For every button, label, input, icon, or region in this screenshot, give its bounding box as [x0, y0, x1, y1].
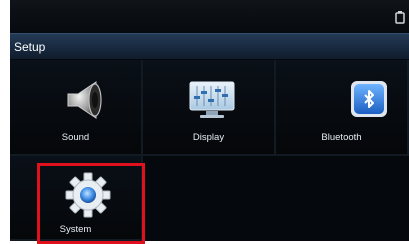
- setup-screen: Setup Sound Display Bluetooth System: [10, 0, 409, 241]
- status-bar: [10, 0, 409, 32]
- speaker-icon: [67, 81, 102, 119]
- menu-item-bluetooth[interactable]: Bluetooth: [276, 60, 409, 156]
- status-icon: [395, 11, 405, 24]
- menu-item-display[interactable]: Display: [143, 60, 276, 156]
- bluetooth-icon: [351, 81, 387, 117]
- sound-label: Sound: [61, 132, 90, 143]
- menu-grid: Sound Display Bluetooth System: [10, 60, 409, 241]
- title-bar: Setup: [10, 33, 409, 59]
- empty-area: [143, 156, 409, 241]
- bluetooth-label: Bluetooth: [321, 132, 362, 143]
- gear-icon: [65, 172, 111, 218]
- display-label: Display: [192, 132, 225, 143]
- menu-item-system[interactable]: System: [10, 156, 143, 241]
- page-title: Setup: [14, 40, 46, 54]
- menu-item-sound[interactable]: Sound: [10, 60, 143, 156]
- display-equalizer-icon: [189, 81, 235, 118]
- system-label: System: [59, 224, 92, 235]
